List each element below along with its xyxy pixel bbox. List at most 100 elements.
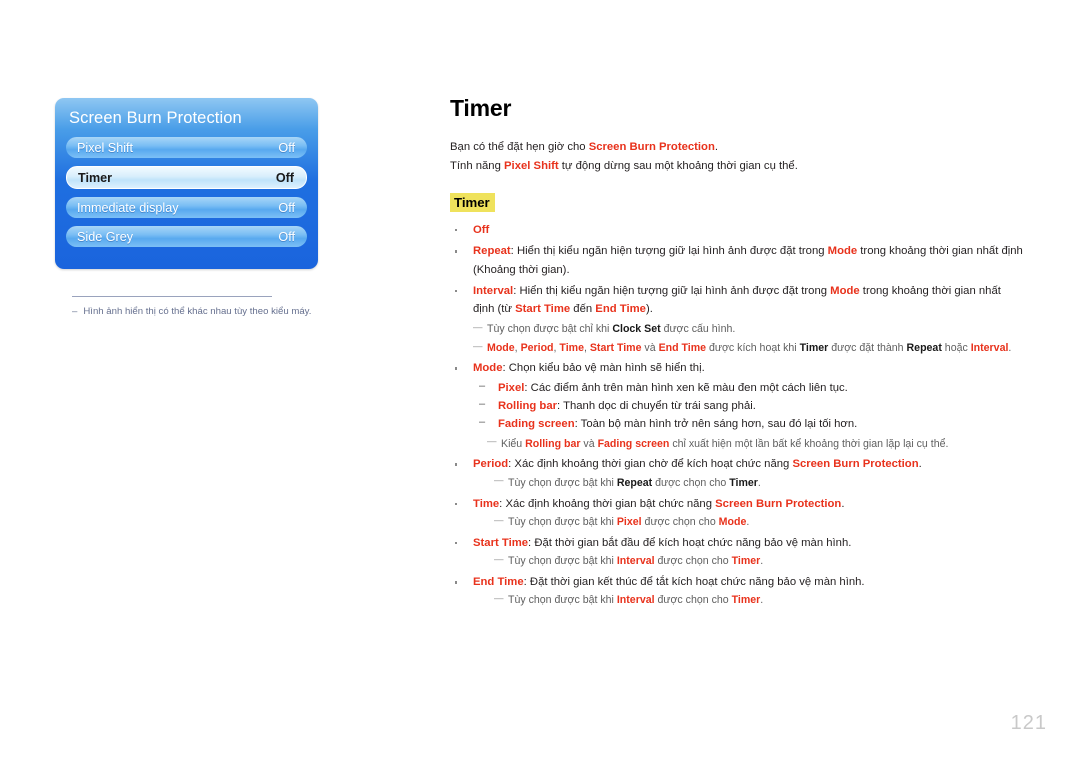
list-item-fading-screen: Fading screen: Toàn bộ màn hình trở nên … [473, 414, 1025, 433]
osd-row-label: Side Grey [77, 229, 133, 244]
interval-term-start-time: Start Time [515, 303, 571, 316]
note-text-j: được kích hoạt khi [706, 342, 800, 355]
time-text-2: . [841, 497, 845, 510]
note-time-pixel: Tùy chọn được bật khi Pixel được chọn ch… [494, 513, 1025, 531]
list-item-end-time: End Time: Đặt thời gian kết thúc để tắt … [450, 573, 1025, 609]
note-end-term-timer: Timer [731, 594, 761, 607]
fading-text-1: : Toàn bộ màn hình trở nên sáng hơn, sau… [574, 418, 858, 431]
list-item-interval: Interval: Hiển thị kiểu ngăn hiện tượng … [450, 282, 1025, 319]
note-term-interval: Interval [970, 342, 1009, 355]
osd-row-label: Immediate display [77, 200, 179, 215]
intro-paragraph-2: Tính năng Pixel Shift tự động dừng sau m… [450, 158, 1025, 176]
osd-illustration-column: Screen Burn Protection Pixel Shift Off T… [55, 98, 385, 319]
note-period-term-timer: Timer [729, 476, 758, 489]
rollingbar-text-1: : Thanh dọc di chuyển từ trái sang phải. [557, 399, 756, 412]
note-period-repeat: Tùy chọn được bật khi Repeat được chọn c… [494, 473, 1025, 492]
osd-row-value: Off [278, 140, 295, 155]
osd-footnote: – Hình ảnh hiển thị có thể khác nhau tùy… [72, 306, 385, 319]
section-heading-timer: Timer [450, 193, 495, 212]
options-list: Off Repeat: Hiển thị kiểu ngăn hiện tượn… [450, 221, 1025, 318]
option-label-end-time: End Time [473, 576, 524, 589]
intro-1-text-a: Bạn có thể đặt hẹn giờ cho [450, 141, 589, 153]
note-period-text-e: . [757, 476, 761, 489]
list-item-start-time: Start Time: Đặt thời gian bắt đầu để kíc… [450, 534, 1025, 570]
note-rolling-fading: Kiểu Rolling bar và Fading screen chỉ xu… [487, 434, 1025, 453]
pixel-text-1: : Các điểm ảnh trên màn hình xen kẽ màu … [524, 381, 848, 394]
osd-row-value: Off [275, 170, 294, 185]
note-start-text-c: được chọn cho [654, 555, 732, 568]
osd-row-side-grey[interactable]: Side Grey Off [66, 226, 307, 247]
time-term-screen-burn-protection: Screen Burn Protection [715, 497, 842, 510]
note-end-term-interval: Interval [616, 594, 655, 607]
osd-row-timer[interactable]: Timer Off [66, 166, 307, 189]
page-title: Timer [450, 95, 512, 121]
note-kieu-text-e: chỉ xuất hiện một lần bất kể khoảng thời… [669, 437, 949, 450]
intro-2-text-c: tự động dừng sau một khoảng thời gian cụ… [558, 159, 798, 172]
list-item-off: Off [450, 221, 1025, 239]
note-term-start-time: Start Time [589, 342, 642, 355]
osd-row-pixel-shift[interactable]: Pixel Shift Off [66, 137, 307, 158]
note-term-period: Period [520, 342, 554, 355]
period-text-1: : Xác định khoảng thời gian chờ để kích … [508, 458, 793, 471]
repeat-term-mode: Mode [827, 245, 858, 258]
content-column: Timer Bạn có thể đặt hẹn giờ cho Screen … [450, 95, 1025, 612]
list-item-time: Time: Xác định khoảng thời gian bật chức… [450, 495, 1025, 531]
note-clockset-text-a: Tùy chọn được bật chỉ khi [487, 323, 613, 336]
option-label-period: Period [473, 458, 509, 471]
osd-panel-title: Screen Burn Protection [69, 109, 242, 127]
note-time-text-c: được chọn cho [641, 516, 719, 529]
note-time-term-mode: Mode [718, 516, 747, 529]
note-time-text-a: Tùy chọn được bật khi [508, 516, 617, 529]
osd-row-immediate-display[interactable]: Immediate display Off [66, 197, 307, 218]
note-clockset-term: Clock Set [612, 323, 661, 336]
note-end-text-a: Tùy chọn được bật khi [508, 594, 617, 607]
option-label-pixel: Pixel [498, 381, 525, 394]
period-term-screen-burn-protection: Screen Burn Protection [792, 458, 919, 471]
options-list-mode: Mode: Chọn kiểu bảo vệ màn hình sẽ hiển … [450, 359, 1025, 452]
note-time-term-pixel: Pixel [616, 516, 642, 529]
interval-text-4: ). [645, 303, 653, 316]
intro-1-term-screen-burn-protection: Screen Burn Protection [588, 141, 715, 153]
note-term-repeat: Repeat [906, 342, 942, 355]
note-period-term-repeat: Repeat [616, 476, 653, 489]
list-item-repeat: Repeat: Hiển thị kiểu ngăn hiện tượng gi… [450, 242, 1025, 279]
mode-sub-list: Pixel: Các điểm ảnh trên màn hình xen kẽ… [473, 378, 1025, 434]
note-end-text-c: được chọn cho [654, 594, 732, 607]
osd-row-label: Pixel Shift [77, 140, 133, 155]
list-item-rolling-bar: Rolling bar: Thanh dọc di chuyển từ trái… [473, 396, 1025, 415]
osd-row-value: Off [278, 200, 295, 215]
page-number: 121 [1010, 712, 1047, 734]
note-term-time: Time [559, 342, 584, 355]
period-text-2: . [918, 458, 922, 471]
note-period-text-c: được chọn cho [652, 476, 730, 489]
note-text-l: được đặt thành [828, 342, 907, 355]
note-kieu-text-a: Kiểu [501, 437, 526, 450]
footnote-divider [72, 296, 272, 297]
note-clockset-text-c: được cấu hình. [660, 323, 736, 336]
mode-text-1: : Chọn kiểu bảo vệ màn hình sẽ hiển thị. [502, 362, 705, 375]
footnote-dash-marker: – [72, 306, 78, 317]
option-label-mode: Mode [473, 362, 503, 375]
note-term-timer: Timer [799, 342, 829, 355]
note-start-text-e: . [760, 555, 764, 568]
note-kieu-term-fading-screen: Fading screen [597, 437, 670, 450]
list-item-pixel: Pixel: Các điểm ảnh trên màn hình xen kẽ… [473, 378, 1025, 397]
note-end-interval: Tùy chọn được bật khi Interval được chọn… [494, 591, 1025, 609]
note-term-end-time: End Time [658, 342, 707, 355]
interval-term-end-time: End Time [595, 303, 646, 316]
osd-menu-panel: Screen Burn Protection Pixel Shift Off T… [55, 98, 318, 269]
option-label-off: Off [473, 224, 490, 236]
note-text-p: . [1008, 342, 1012, 355]
list-item-period: Period: Xác định khoảng thời gian chờ để… [450, 455, 1025, 491]
intro-2-text-a: Tính năng [450, 159, 505, 172]
interval-text-3: đến [570, 303, 596, 316]
intro-1-text-c: . [714, 141, 719, 153]
note-start-term-interval: Interval [616, 555, 655, 568]
footnote-text: Hình ảnh hiển thị có thể khác nhau tùy t… [83, 306, 312, 317]
option-label-fading-screen: Fading screen [498, 418, 575, 431]
note-start-interval: Tùy chọn được bật khi Interval được chọn… [494, 552, 1025, 570]
note-end-text-e: . [760, 594, 764, 607]
osd-row-value: Off [278, 229, 295, 244]
note-period-text-a: Tùy chọn được bật khi [508, 476, 617, 489]
intro-paragraph-1: Bạn có thể đặt hẹn giờ cho Screen Burn P… [450, 139, 1025, 157]
